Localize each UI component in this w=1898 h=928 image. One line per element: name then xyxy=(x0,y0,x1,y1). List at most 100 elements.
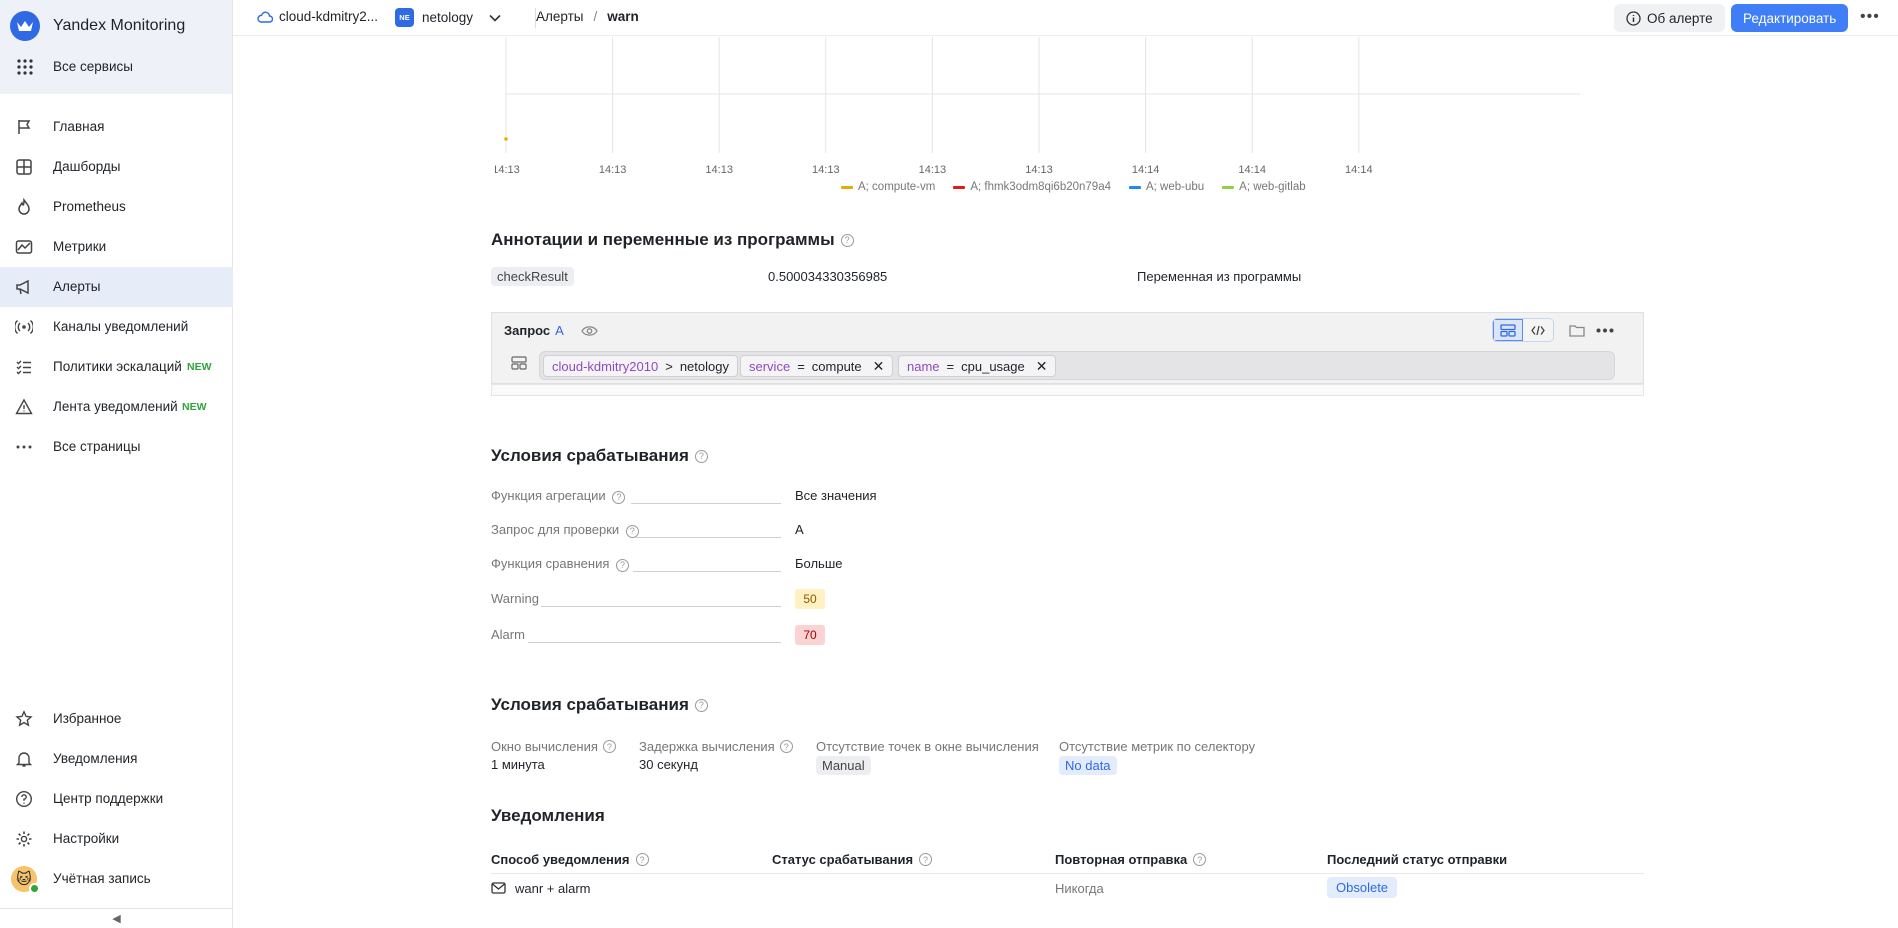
no-metrics-label: Отсутствие метрик по селектору xyxy=(1059,739,1255,754)
help-icon[interactable]: ? xyxy=(694,698,708,712)
no-metrics-label-text: Отсутствие метрик по селектору xyxy=(1059,739,1256,754)
horizontal-scrollbar[interactable] xyxy=(491,384,1644,396)
sidebar-item-alerts[interactable]: Алерты xyxy=(0,267,233,307)
dotted-leader xyxy=(633,571,781,572)
folder-icon[interactable] xyxy=(1569,324,1585,337)
sidebar-item-favorites[interactable]: Избранное xyxy=(0,699,233,739)
condition-label: Warning xyxy=(491,591,539,606)
sidebar-item-support[interactable]: Центр поддержки xyxy=(0,779,233,819)
condition-label: Функция сравнения xyxy=(491,556,610,571)
legend-item[interactable]: A; compute-vm xyxy=(841,181,935,193)
help-icon[interactable]: ? xyxy=(635,853,649,866)
legend-item[interactable]: A; web-ubu xyxy=(1128,181,1204,193)
mail-icon xyxy=(491,882,506,894)
sidebar-item-metrics[interactable]: Метрики xyxy=(0,227,233,267)
last-status-badge: Obsolete xyxy=(1327,877,1398,898)
help-icon[interactable]: ? xyxy=(625,524,639,538)
conditions2-title: Условия срабатывания ? xyxy=(491,695,708,715)
window-label-text: Окно вычисления xyxy=(491,739,598,754)
help-icon[interactable]: ? xyxy=(779,740,793,753)
alarm-threshold: 70 xyxy=(795,625,825,645)
all-services-label: Все сервисы xyxy=(53,59,133,74)
legend-swatch xyxy=(953,185,966,189)
collapse-sidebar-button[interactable]: ◀ xyxy=(0,908,233,928)
query-letter[interactable]: A xyxy=(555,323,564,338)
annotations-title-text: Аннотации и переменные из программы xyxy=(491,230,835,249)
help-icon[interactable]: ? xyxy=(612,490,626,504)
more-actions-button[interactable]: ••• xyxy=(1860,8,1880,26)
sidebar-item-home[interactable]: Главная xyxy=(0,107,233,147)
main-content: 114:1314:1314:1314:1314:1314:1314:1414:1… xyxy=(233,37,1898,928)
help-icon[interactable]: ? xyxy=(602,740,616,753)
chevron-down-icon xyxy=(489,14,501,22)
help-icon[interactable]: ? xyxy=(840,233,854,247)
tag-value: cpu_usage xyxy=(961,358,1025,374)
cloud-selector[interactable]: cloud-kdmitry2... xyxy=(257,9,378,24)
label-tag-service[interactable]: service = compute ✕ xyxy=(740,355,894,377)
query-label: Запрос xyxy=(504,323,551,338)
no-points-label: Отсутствие точек в окне вычисления xyxy=(816,739,1039,754)
column-header-repeat: Повторная отправка? xyxy=(1055,852,1207,867)
sidebar-item-escalations[interactable]: Политики эскалаций NEW xyxy=(0,347,233,387)
help-icon[interactable]: ? xyxy=(919,853,933,866)
folder-name: netology xyxy=(422,10,474,25)
sidebar-item-settings[interactable]: Настройки xyxy=(0,819,233,859)
notification-method[interactable]: wanr + alarm xyxy=(515,881,591,896)
folder-selector[interactable]: NE netology xyxy=(395,8,501,27)
sidebar-item-notifications[interactable]: Уведомления xyxy=(0,739,233,779)
x-tick-label: 14:13 xyxy=(919,164,947,176)
cloud-scope: cloud-kdmitry2010 xyxy=(552,358,659,374)
table-row[interactable]: wanr + alarm Никогда Obsolete xyxy=(491,877,1644,905)
yandex-monitoring-logo-icon[interactable] xyxy=(10,11,40,41)
sidebar-item-account[interactable]: 🐱 Учётная запись xyxy=(0,859,233,899)
help-icon[interactable]: ? xyxy=(1193,853,1207,866)
sidebar-item-channels[interactable]: Каналы уведомлений xyxy=(0,307,233,347)
annotation-name-chip: checkResult xyxy=(491,267,574,286)
edit-button[interactable]: Редактировать xyxy=(1731,4,1849,32)
code-icon xyxy=(1531,325,1545,335)
legend-label: A; fhmk3odm8qi6b20n79a4 xyxy=(970,181,1111,193)
condition-label: Запрос для проверки xyxy=(491,522,620,537)
scope-tag[interactable]: cloud-kdmitry2010 > netology xyxy=(543,355,738,377)
code-mode-button[interactable] xyxy=(1523,319,1553,341)
legend-item[interactable]: A; fhmk3odm8qi6b20n79a4 xyxy=(953,181,1111,193)
sidebar-item-feed[interactable]: Лента уведомлений NEW xyxy=(0,387,233,427)
x-tick-label: 14:14 xyxy=(1345,164,1373,176)
sidebar-item-label: Избранное xyxy=(53,711,122,726)
eye-icon[interactable] xyxy=(581,325,598,337)
sidebar: Yandex Monitoring Все сервисы Главная Да… xyxy=(0,0,233,928)
selector-builder-icon[interactable] xyxy=(511,356,527,370)
scope-arrow: > xyxy=(665,358,673,374)
chart-legend: A; compute-vm A; fhmk3odm8qi6b20n79a4 A;… xyxy=(841,181,1306,193)
condition-value: A xyxy=(795,522,804,537)
data-point xyxy=(504,137,508,141)
help-icon[interactable]: ? xyxy=(694,449,708,463)
table-divider xyxy=(491,873,1644,874)
column-header-text: Последний статус отправки xyxy=(1327,852,1508,867)
about-alert-button[interactable]: Об алерте xyxy=(1614,4,1725,32)
sidebar-item-prometheus[interactable]: Prometheus xyxy=(0,187,233,227)
selector-bar[interactable]: cloud-kdmitry2010 > netology service = c… xyxy=(539,351,1615,380)
window-value: 1 минута xyxy=(491,757,545,772)
metrics-chart-icon xyxy=(15,240,33,254)
visual-editor-icon xyxy=(1500,323,1516,337)
x-tick-label: 14:13 xyxy=(495,164,520,176)
column-header-status: Статус срабатывания? xyxy=(772,852,933,867)
remove-tag-icon[interactable]: ✕ xyxy=(873,358,885,375)
sidebar-item-label: Prometheus xyxy=(53,199,126,214)
visual-mode-button[interactable] xyxy=(1493,319,1524,341)
legend-swatch xyxy=(1128,185,1141,189)
sidebar-item-all-pages[interactable]: Все страницы xyxy=(0,427,233,467)
dotted-leader xyxy=(541,606,781,607)
all-services-link[interactable]: Все сервисы xyxy=(0,52,233,82)
help-icon[interactable]: ? xyxy=(616,558,629,572)
top-header: cloud-kdmitry2... NE netology Алерты / w… xyxy=(233,0,1898,36)
label-tag-name[interactable]: name = cpu_usage ✕ xyxy=(898,355,1057,377)
breadcrumb-alerts[interactable]: Алерты xyxy=(536,9,584,24)
more-icon[interactable] xyxy=(1596,328,1614,333)
remove-tag-icon[interactable]: ✕ xyxy=(1036,358,1048,375)
tag-key: service xyxy=(749,358,791,374)
sidebar-item-dashboards[interactable]: Дашборды xyxy=(0,147,233,187)
annotation-value: 0.500034330356985 xyxy=(768,269,888,284)
legend-item[interactable]: A; web-gitlab xyxy=(1222,181,1306,193)
